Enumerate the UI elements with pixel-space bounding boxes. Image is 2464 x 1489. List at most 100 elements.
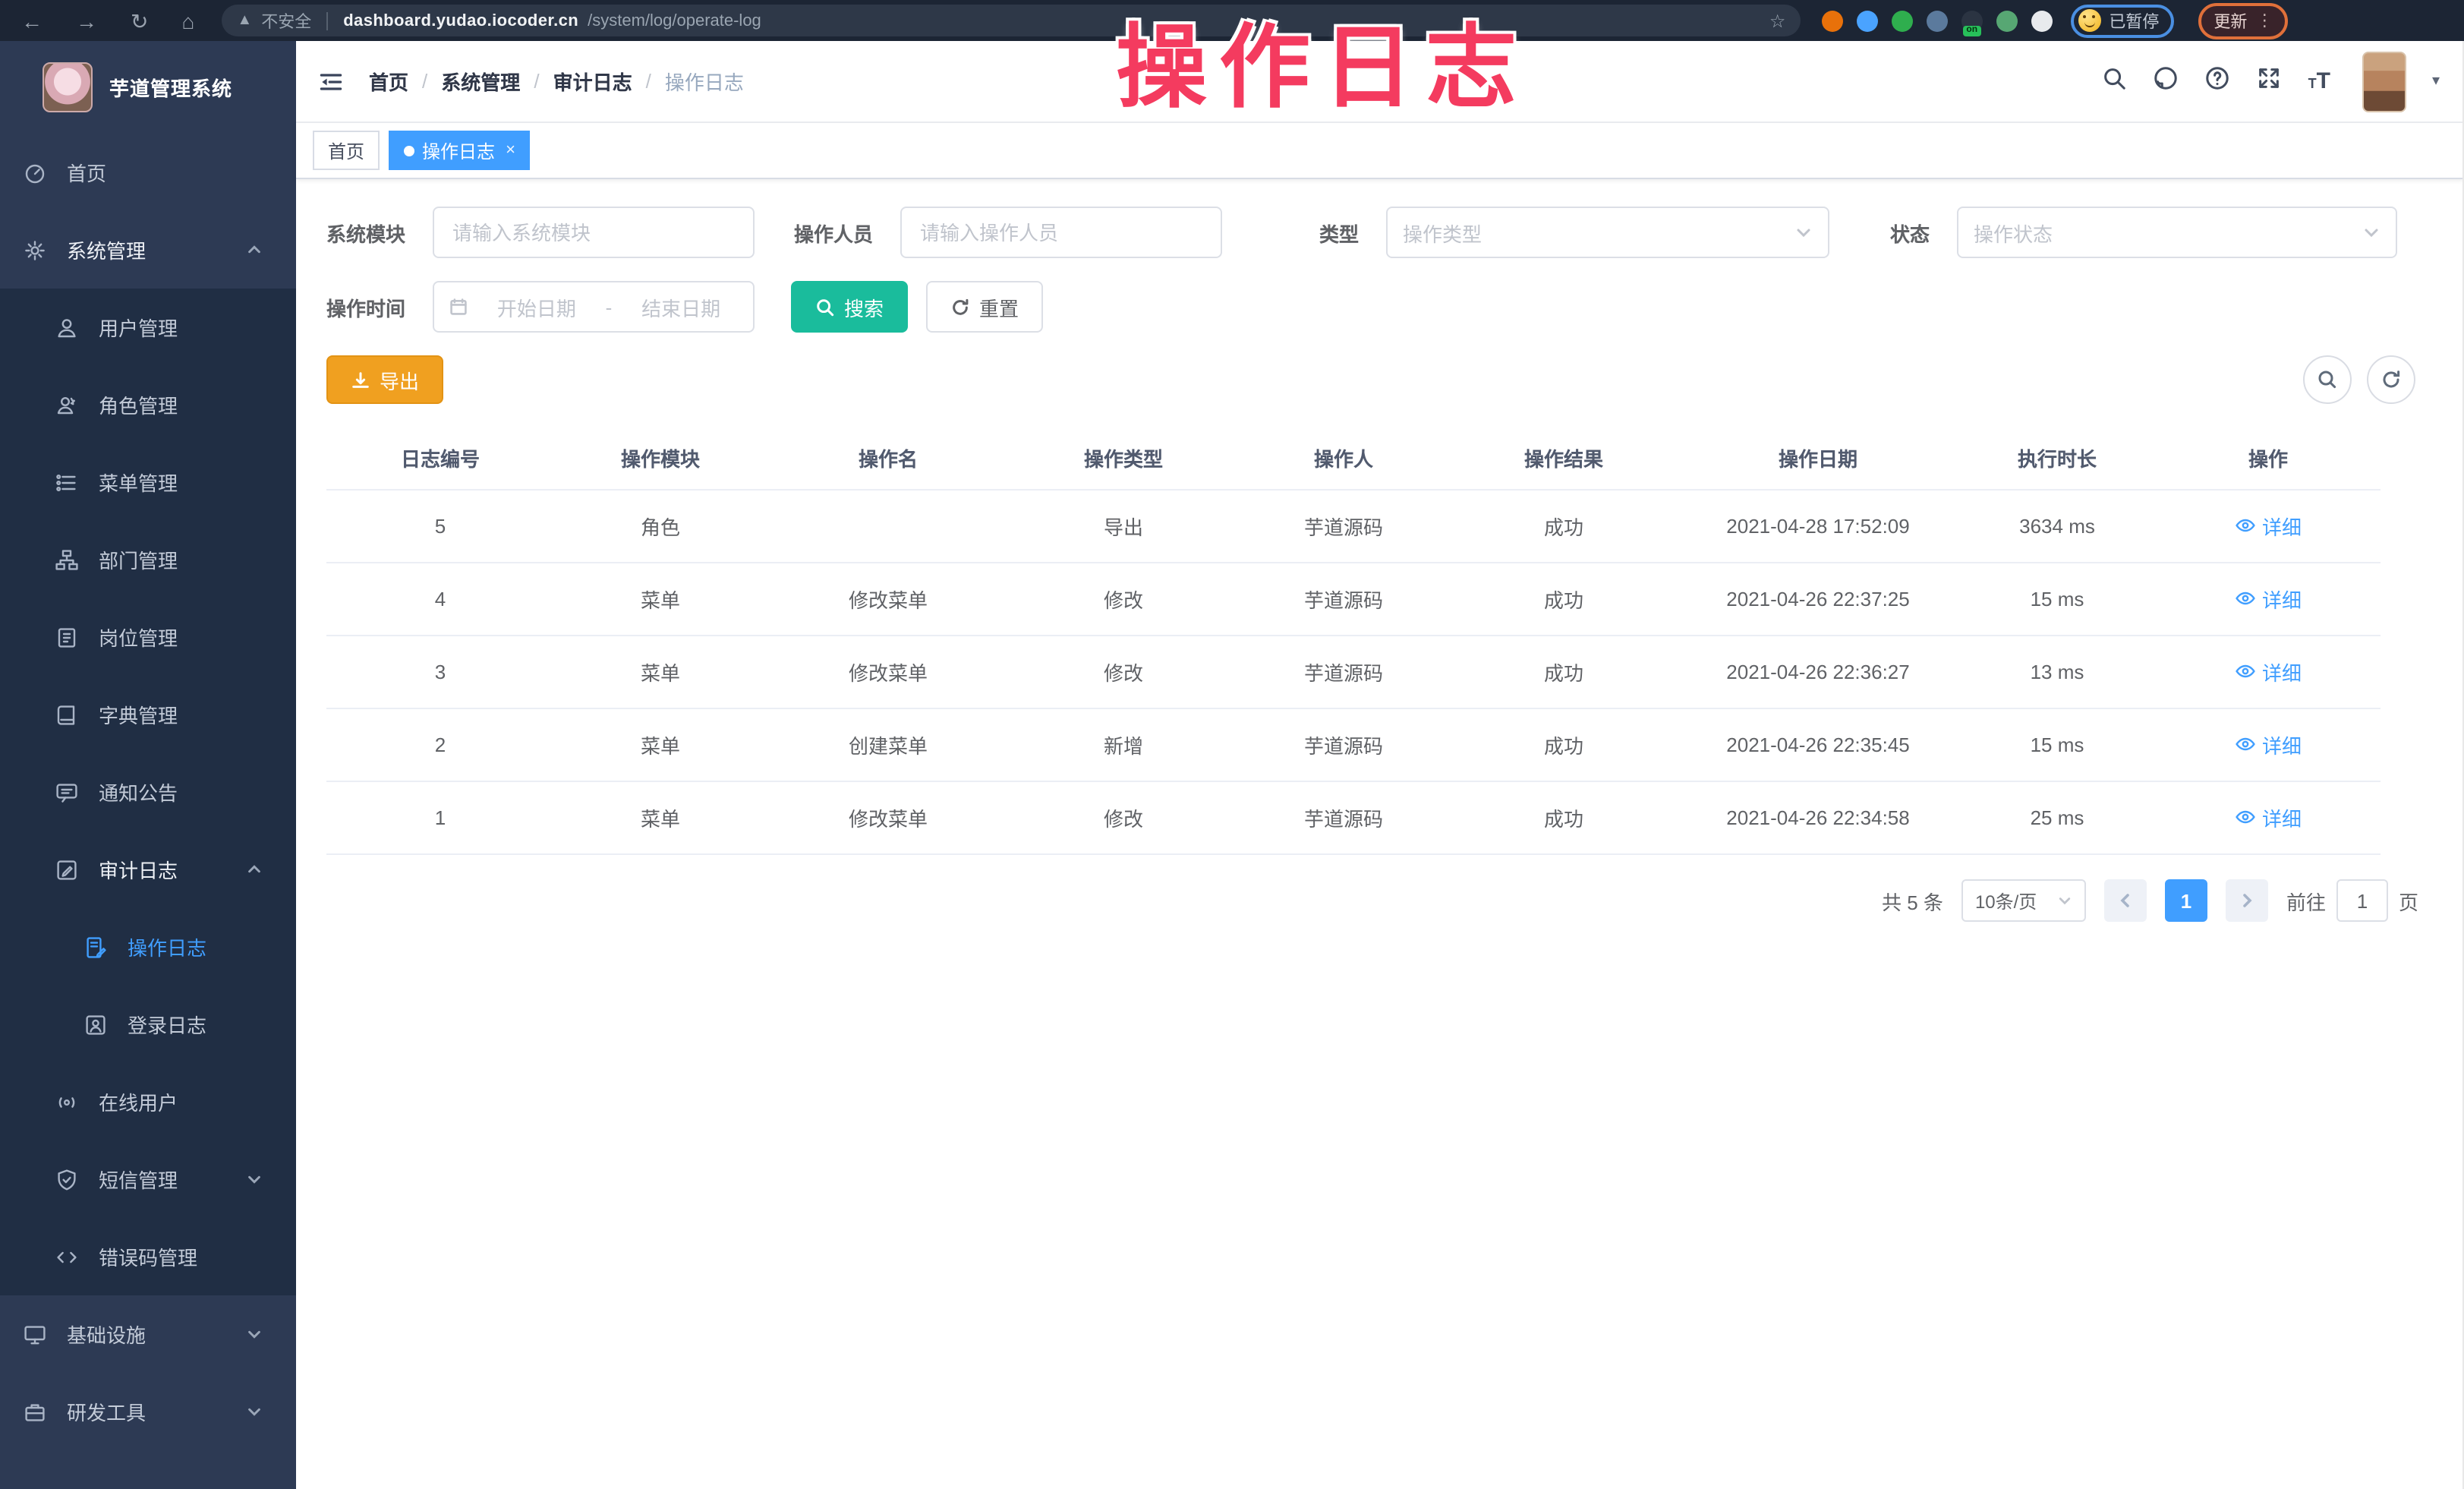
prev-page-button[interactable] <box>2104 879 2147 922</box>
column-header-module: 操作模块 <box>554 443 767 472</box>
sidebar-item-角色管理[interactable]: 角色管理 <box>0 366 296 443</box>
cell-type: 导出 <box>1010 512 1237 541</box>
sidebar-item-label: 用户管理 <box>99 313 178 342</box>
reset-button[interactable]: 重置 <box>926 281 1043 333</box>
extensions-row: on <box>1822 10 2053 31</box>
github-icon[interactable] <box>2154 65 2179 98</box>
sidebar-item-部门管理[interactable]: 部门管理 <box>0 521 296 598</box>
sidebar-item-错误码管理[interactable]: 错误码管理 <box>0 1218 296 1295</box>
sidebar-fold-icon[interactable] <box>317 68 345 95</box>
search-icon[interactable] <box>2102 65 2128 98</box>
url-bar[interactable]: ▲ 不安全 dashboard.yudao.iocoder.cn/system/… <box>222 5 1801 36</box>
table-header-row: 日志编号操作模块操作名操作类型操作人操作结果操作日期执行时长操作 <box>326 425 2381 489</box>
type-select[interactable]: 操作类型 <box>1386 207 1829 258</box>
detail-link[interactable]: 详细 <box>2235 730 2302 759</box>
sidebar-item-label: 审计日志 <box>99 855 178 884</box>
browser-refresh-icon[interactable]: ↻ <box>131 10 148 31</box>
column-header-action: 操作 <box>2156 443 2381 472</box>
sidebar-item-基础设施[interactable]: 基础设施 <box>0 1295 296 1373</box>
breadcrumb-item-首页[interactable]: 首页 <box>369 67 408 96</box>
extension-green-leaf-icon[interactable] <box>1996 10 2018 31</box>
table-refresh-button[interactable] <box>2367 355 2415 404</box>
bookmark-star-icon[interactable]: ☆ <box>1769 10 1786 31</box>
font-size-icon[interactable]: TT <box>2308 68 2330 94</box>
extension-green-circle-icon[interactable] <box>1892 10 1913 31</box>
column-header-name: 操作名 <box>767 443 1010 472</box>
url-separator <box>326 11 328 30</box>
operator-label: 操作人员 <box>794 218 900 247</box>
sidebar-item-操作日志[interactable]: 操作日志 <box>0 908 296 986</box>
chevron-down-icon <box>2362 223 2381 241</box>
tag-操作日志[interactable]: 操作日志× <box>389 131 531 170</box>
tag-首页[interactable]: 首页 <box>313 131 380 170</box>
tags-view-bar: 首页操作日志× <box>296 123 2464 179</box>
browser-update-button[interactable]: 更新 ⋮ <box>2198 2 2288 39</box>
browser-home-icon[interactable]: ⌂ <box>181 10 194 31</box>
tag-close-icon[interactable]: × <box>506 141 515 159</box>
sidebar-item-菜单管理[interactable]: 菜单管理 <box>0 443 296 521</box>
cell-log-id: 3 <box>326 661 554 683</box>
date-range-picker[interactable]: 开始日期 - 结束日期 <box>433 281 755 333</box>
table-search-toggle-button[interactable] <box>2303 355 2352 404</box>
sidebar-item-字典管理[interactable]: 字典管理 <box>0 676 296 753</box>
cell-name: 修改菜单 <box>767 803 1010 832</box>
sidebar-item-岗位管理[interactable]: 岗位管理 <box>0 598 296 676</box>
detail-link[interactable]: 详细 <box>2235 658 2302 686</box>
status-select[interactable]: 操作状态 <box>1957 207 2397 258</box>
sidebar-item-审计日志[interactable]: 审计日志 <box>0 831 296 908</box>
app-logo-row[interactable]: 芋道管理系统 <box>0 41 296 134</box>
extension-paused-pill[interactable]: 已暂停 <box>2071 4 2174 37</box>
extension-orange-ring-icon[interactable] <box>1822 10 1843 31</box>
avatar-caret-down-icon[interactable]: ▾ <box>2432 73 2440 90</box>
browser-back-icon[interactable]: ← <box>21 10 43 31</box>
sidebar-item-短信管理[interactable]: 短信管理 <box>0 1140 296 1218</box>
detail-link[interactable]: 详细 <box>2235 512 2302 541</box>
cell-action: 详细 <box>2156 585 2381 614</box>
sidebar-item-在线用户[interactable]: 在线用户 <box>0 1063 296 1140</box>
export-button[interactable]: 导出 <box>326 355 443 404</box>
sidebar-item-系统管理[interactable]: 系统管理 <box>0 211 296 289</box>
extension-puzzle-icon[interactable] <box>2031 10 2053 31</box>
post-badge-icon <box>55 625 79 649</box>
cell-result: 成功 <box>1450 512 1678 541</box>
sidebar-item-登录日志[interactable]: 登录日志 <box>0 986 296 1063</box>
chevron-up-icon <box>246 241 263 258</box>
user-avatar[interactable] <box>2362 51 2406 112</box>
cell-type: 修改 <box>1010 803 1237 832</box>
operator-input[interactable] <box>900 207 1222 258</box>
detail-link[interactable]: 详细 <box>2235 803 2302 832</box>
breadcrumb-item-系统管理[interactable]: 系统管理 <box>441 67 520 96</box>
module-input[interactable] <box>433 207 755 258</box>
browser-menu-dots-icon[interactable]: ⋮ <box>2256 11 2273 30</box>
tag-label: 首页 <box>328 137 364 163</box>
sidebar-item-label: 研发工具 <box>67 1397 146 1426</box>
detail-link[interactable]: 详细 <box>2235 585 2302 614</box>
fullscreen-icon[interactable] <box>2257 65 2283 98</box>
browser-forward-icon[interactable]: → <box>76 10 97 31</box>
page-size-select[interactable]: 10条/页 <box>1961 879 2086 922</box>
next-page-button[interactable] <box>2226 879 2268 922</box>
goto-page-input[interactable] <box>2336 879 2388 922</box>
breadcrumb-item-审计日志[interactable]: 审计日志 <box>553 67 632 96</box>
page-number-1[interactable]: 1 <box>2165 879 2207 922</box>
url-path: /system/log/operate-log <box>588 11 761 30</box>
extension-dark-on-icon[interactable]: on <box>1961 10 1983 31</box>
extension-blue-pin-icon[interactable] <box>1857 10 1878 31</box>
sidebar-item-label: 基础设施 <box>67 1320 146 1349</box>
online-user-icon <box>55 1090 79 1114</box>
sidebar-item-首页[interactable]: 首页 <box>0 134 296 211</box>
extension-blue-gray-icon[interactable] <box>1927 10 1948 31</box>
sidebar-item-通知公告[interactable]: 通知公告 <box>0 753 296 831</box>
search-button[interactable]: 搜索 <box>791 281 908 333</box>
update-label: 更新 <box>2214 8 2247 33</box>
operate-log-table: 日志编号操作模块操作名操作类型操作人操作结果操作日期执行时长操作 5角色导出芋道… <box>326 425 2381 855</box>
breadcrumb-separator: / <box>534 70 539 93</box>
cell-type: 修改 <box>1010 585 1237 614</box>
help-icon[interactable] <box>2205 65 2231 98</box>
security-warning-icon[interactable]: ▲ <box>237 12 252 29</box>
sidebar-item-用户管理[interactable]: 用户管理 <box>0 289 296 366</box>
breadcrumb-item-操作日志[interactable]: 操作日志 <box>665 67 744 96</box>
tools-briefcase-icon <box>23 1399 47 1424</box>
sidebar-item-研发工具[interactable]: 研发工具 <box>0 1373 296 1450</box>
cell-name: 创建菜单 <box>767 730 1010 759</box>
